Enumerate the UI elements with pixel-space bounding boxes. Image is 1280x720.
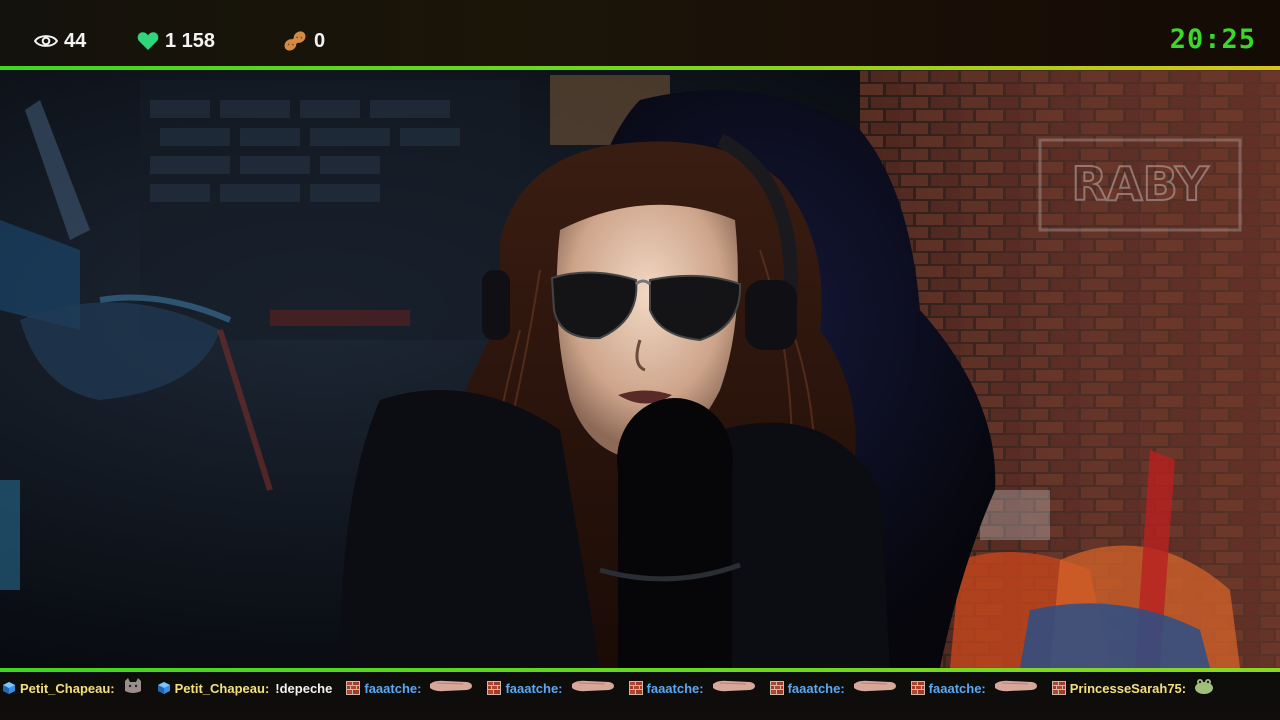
- chat-message: Petit_Chapeau: !depeche: [157, 678, 333, 698]
- chat-message: PrincesseSarah75:: [1051, 677, 1214, 700]
- brick-badge-icon: [769, 681, 784, 695]
- peanut-count-value: 0: [314, 29, 326, 52]
- cat-emote-icon: [123, 677, 143, 700]
- frog-emote-icon: [1194, 677, 1214, 700]
- chat-username: faaatche:: [505, 680, 563, 696]
- webcam-video: RABY: [0, 70, 1280, 668]
- chat-username: faaatche:: [928, 680, 986, 696]
- hand-emote-icon: [429, 678, 473, 699]
- chat-text: !depeche: [275, 680, 333, 696]
- cube-badge-icon: [2, 681, 16, 695]
- chat-username: faaatche:: [364, 680, 422, 696]
- brick-badge-icon: [1051, 681, 1066, 695]
- chat-username: faaatche:: [646, 680, 704, 696]
- stream-clock: 20:25: [1169, 24, 1256, 55]
- viewer-count: 44: [34, 26, 86, 56]
- brick-badge-icon: [628, 681, 643, 695]
- chat-ticker-row: Petit_Chapeau: Petit_Chapeau: !depeche faaa…: [2, 677, 1228, 700]
- heart-icon: [137, 31, 159, 51]
- chat-username: faaatche:: [787, 680, 845, 696]
- chat-username: PrincesseSarah75:: [1069, 680, 1187, 696]
- cube-badge-icon: [157, 681, 171, 695]
- chat-message: faaatche:: [346, 678, 473, 698]
- eye-icon: [34, 33, 58, 49]
- like-count-value: 1 158: [165, 29, 216, 52]
- chat-message: faaatche:: [487, 678, 614, 698]
- chat-username: Petit_Chapeau:: [20, 680, 115, 696]
- hand-emote-icon: [712, 678, 756, 699]
- hand-emote-icon: [571, 678, 615, 699]
- chat-message: Petit_Chapeau:: [2, 677, 143, 700]
- chat-ticker: Petit_Chapeau: Petit_Chapeau: !depeche faaa…: [0, 672, 1280, 720]
- chat-message: faaatche:: [910, 678, 1038, 699]
- chat-message: faaatche:: [628, 678, 756, 699]
- chat-message: faaatche:: [769, 678, 897, 699]
- brick-badge-icon: [346, 681, 361, 695]
- svg-text:RABY: RABY: [1072, 157, 1210, 211]
- brick-badge-icon: [910, 681, 925, 695]
- webcam-scene-image: RABY: [0, 70, 1280, 668]
- chat-username: Petit_Chapeau:: [174, 680, 270, 696]
- stream-header-bar: 44 1 158 0 20:25: [0, 0, 1280, 68]
- peanut-icon: [282, 29, 308, 53]
- hand-emote-icon: [994, 678, 1038, 699]
- brick-badge-icon: [487, 681, 502, 695]
- viewer-count-value: 44: [64, 29, 87, 52]
- hand-emote-icon: [853, 678, 897, 699]
- like-count: 1 158: [137, 26, 215, 56]
- peanut-count: 0: [282, 26, 325, 56]
